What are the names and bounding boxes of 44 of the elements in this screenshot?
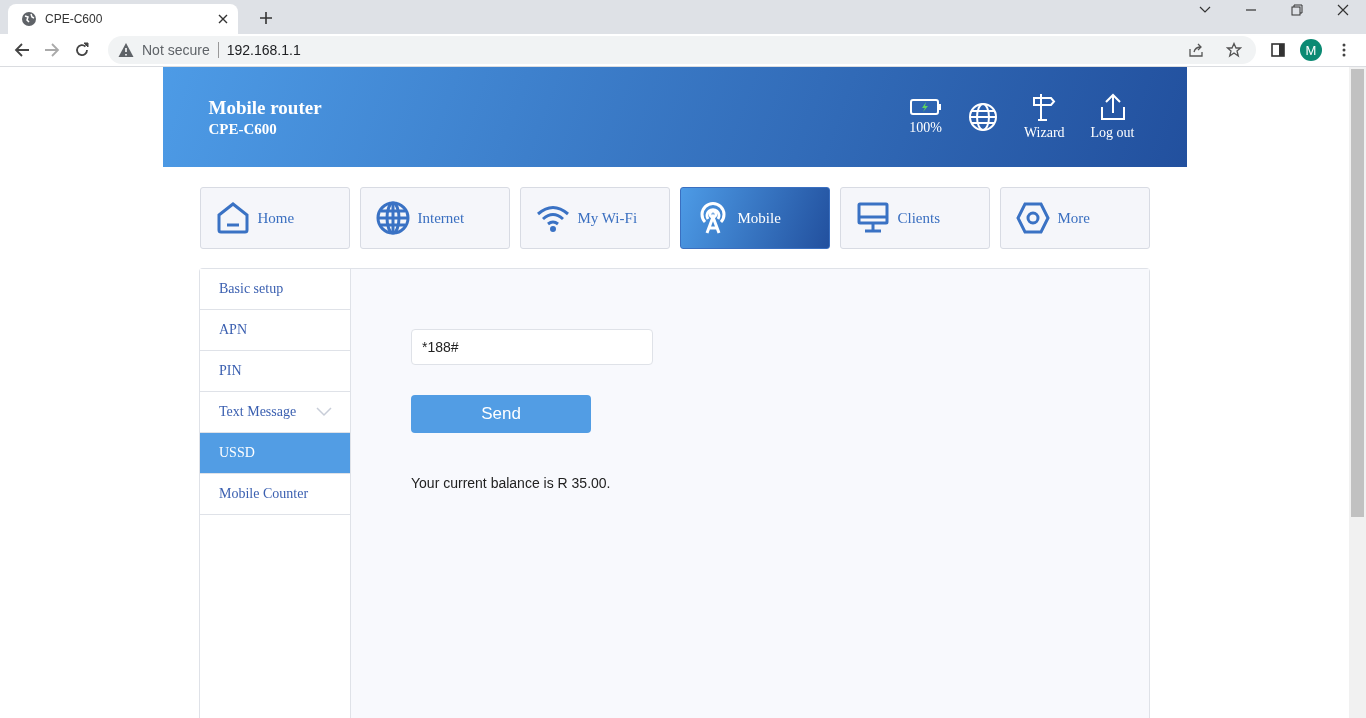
nav-tab[interactable]: Home [199, 187, 350, 249]
monitor-icon [855, 201, 890, 235]
sidebar-item[interactable]: Mobile Counter [200, 474, 350, 515]
ussd-response: Your current balance is R 35.00. [411, 475, 611, 491]
restore-icon[interactable] [1291, 4, 1303, 16]
battery-label: 100% [909, 120, 942, 136]
nav-tab[interactable]: Clients [839, 187, 990, 249]
chevron-down-icon [316, 407, 332, 417]
nav-tab[interactable]: Internet [359, 187, 510, 249]
url-text: 192.168.1.1 [226, 42, 301, 58]
share-icon[interactable] [1188, 42, 1204, 58]
battery-icon [909, 98, 942, 116]
close-icon[interactable] [218, 14, 228, 24]
warning-icon [118, 42, 134, 58]
globe-icon [21, 11, 37, 27]
address-bar[interactable]: Not secure 192.168.1.1 [108, 36, 1256, 64]
back-icon[interactable] [14, 42, 30, 58]
header-action[interactable]: Wizard [1023, 93, 1065, 141]
hexagon-icon [1015, 201, 1050, 235]
header-action[interactable]: Log out [1090, 93, 1135, 141]
ussd-code-field[interactable]: *188# [411, 329, 653, 365]
tab-title: CPE-C600 [45, 12, 104, 26]
nav-tab[interactable]: My Wi-Fi [519, 187, 670, 249]
reload-icon[interactable] [74, 42, 90, 58]
globe-icon [375, 201, 410, 235]
scrollbar[interactable] [1349, 67, 1366, 718]
profile-avatar[interactable]: M [1300, 39, 1322, 61]
side-panel-icon[interactable] [1270, 42, 1286, 58]
new-tab-icon[interactable] [260, 12, 272, 24]
star-icon[interactable] [1226, 42, 1242, 58]
sidebar-item[interactable]: PIN [200, 351, 350, 392]
signpost-icon [1031, 93, 1058, 121]
upload-icon [1099, 93, 1126, 121]
home-icon [215, 201, 250, 235]
nav-tab[interactable]: Mobile [679, 187, 830, 249]
close-icon[interactable] [1337, 4, 1349, 16]
browser-tab[interactable]: CPE-C600 [8, 4, 238, 34]
sidebar-item[interactable]: APN [200, 310, 350, 351]
globe-icon[interactable] [967, 102, 998, 132]
sidebar-item[interactable]: Basic setup [200, 269, 350, 310]
security-label: Not secure [142, 42, 210, 58]
product-title: Mobile router [208, 96, 322, 119]
nav-tab[interactable]: More [999, 187, 1150, 249]
model-name: CPE-C600 [208, 120, 278, 138]
